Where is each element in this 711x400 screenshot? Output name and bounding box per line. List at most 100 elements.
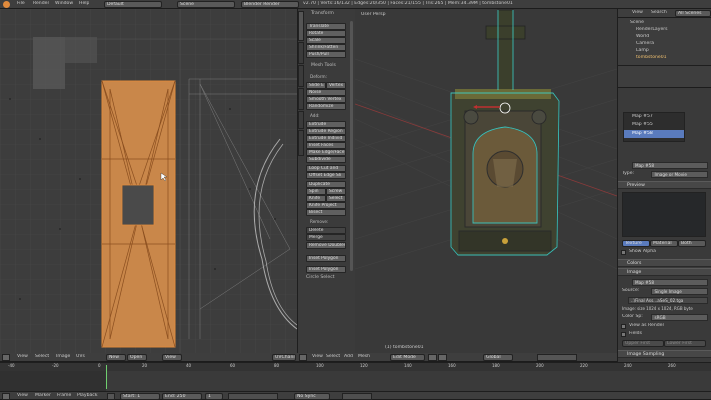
timeline-menu-frame[interactable]: Frame xyxy=(57,393,71,399)
randomize-button[interactable]: Randomize xyxy=(306,103,346,110)
3d-viewport[interactable]: User Persp (1) tombstone01 xyxy=(355,9,617,353)
colors-panel-header[interactable]: Colors xyxy=(618,259,711,267)
outliner-item-scene[interactable]: Scene xyxy=(630,20,644,26)
duplicate-button[interactable]: Duplicate xyxy=(306,181,346,188)
tab-physics[interactable] xyxy=(298,111,304,129)
shading-icon[interactable] xyxy=(428,354,437,361)
render-engine-selector[interactable]: Blender Render xyxy=(241,1,299,8)
current-frame-marker[interactable] xyxy=(106,365,107,389)
lower-first-option[interactable]: Lower First xyxy=(664,340,706,347)
preview-tab-texture[interactable]: Texture xyxy=(622,240,650,247)
slide-edge-button[interactable]: Slide E xyxy=(306,82,326,89)
upper-first-option[interactable]: Upper First xyxy=(622,340,664,347)
uv-menu-uvs[interactable]: UVs xyxy=(76,354,85,360)
playback-controls[interactable] xyxy=(228,393,278,400)
keying-set-field[interactable] xyxy=(342,393,372,400)
color-space-selector[interactable]: sRGB xyxy=(651,314,708,321)
scale-button[interactable]: Scale xyxy=(306,37,346,44)
inset-polygon-button[interactable]: Inset Polygon xyxy=(306,255,346,262)
outliner-item-lamp[interactable]: Lamp xyxy=(636,48,649,54)
layout-selector[interactable]: Default xyxy=(104,1,162,8)
outliner-item-tombstone[interactable]: tombstone01 xyxy=(636,55,667,61)
properties-tabs[interactable] xyxy=(618,66,711,88)
menu-help[interactable]: Help xyxy=(79,1,89,7)
outliner-menu-view[interactable]: View xyxy=(632,10,643,16)
preview-tab-material[interactable]: Material xyxy=(650,240,678,247)
extrude-button[interactable]: Extrude xyxy=(306,121,346,128)
offset-edge-slide-button[interactable]: Offset Edge Sli xyxy=(306,172,346,179)
menu-file[interactable]: File xyxy=(17,1,25,7)
texture-slot-3[interactable]: Map #58 xyxy=(632,131,653,137)
bisect-button[interactable]: Bisect xyxy=(306,209,346,216)
image-panel-header[interactable]: Image xyxy=(618,268,711,276)
start-frame-field[interactable]: Start: 1 xyxy=(120,393,160,400)
outliner-item-renderlayers[interactable]: RenderLayers xyxy=(636,27,668,33)
mode-selector[interactable]: Edit Mode xyxy=(390,354,425,361)
viewport-canvas[interactable] xyxy=(355,9,617,353)
outliner-menu-search[interactable]: Search xyxy=(651,10,667,16)
texture-slot-1[interactable]: Map #57 xyxy=(632,114,653,120)
sync-mode-selector[interactable]: No Sync xyxy=(294,393,330,400)
merge-menu-button[interactable]: Merge xyxy=(306,234,346,241)
uv-editor-canvas[interactable] xyxy=(0,9,297,353)
transform-panel-title[interactable]: Transform xyxy=(311,11,334,16)
orientation-selector[interactable]: Global xyxy=(483,354,513,361)
knife-project-button[interactable]: Knife Project xyxy=(306,202,346,209)
view-as-render-checkbox[interactable] xyxy=(621,324,626,329)
texture-type-selector[interactable]: Image or Movie xyxy=(651,171,708,178)
texture-slot-2[interactable]: Map #55 xyxy=(632,122,653,128)
uv-selected-island[interactable] xyxy=(101,80,176,348)
outliner-filter-selector[interactable]: All Scenes xyxy=(675,10,711,17)
uv-menu-image[interactable]: Image xyxy=(56,354,70,360)
tab-animation[interactable] xyxy=(298,88,304,110)
image-sampling-panel-header[interactable]: Image Sampling xyxy=(618,350,711,358)
texture-name-field[interactable]: Map #58 xyxy=(632,162,708,169)
viewport-menu-view[interactable]: View xyxy=(312,354,323,360)
tab-grease-pencil[interactable] xyxy=(298,130,304,156)
preview-tab-both[interactable]: Both xyxy=(678,240,706,247)
screw-button[interactable]: Screw xyxy=(326,188,346,195)
extrude-individual-button[interactable]: Extrude Individ xyxy=(306,135,346,142)
editor-type-icon[interactable] xyxy=(299,354,307,361)
rotate-button[interactable]: Rotate xyxy=(306,30,346,37)
menu-window[interactable]: Window xyxy=(55,1,73,7)
timeline-menu-view[interactable]: View xyxy=(17,393,28,399)
image-name-field[interactable]: Map #58 xyxy=(632,279,708,286)
spin-button[interactable]: Spin xyxy=(306,188,326,195)
inset-polygon-button-2[interactable]: Inset Polygon xyxy=(306,266,346,273)
remove-doubles-button[interactable]: Remove Doubles xyxy=(306,242,346,249)
shrink-fatten-button[interactable]: Shrink/Fatten xyxy=(306,44,346,51)
viewport-menu-mesh[interactable]: Mesh xyxy=(358,354,370,360)
knife-select-button[interactable]: Select xyxy=(326,195,346,202)
inset-faces-button[interactable]: Inset Faces xyxy=(306,142,346,149)
knife-button[interactable]: Knife xyxy=(306,195,326,202)
outliner-item-world[interactable]: World xyxy=(636,34,649,40)
translate-button[interactable]: Translate xyxy=(306,23,346,30)
fields-checkbox[interactable] xyxy=(621,332,626,337)
smooth-vertex-button[interactable]: Smooth Vertex xyxy=(306,96,346,103)
tool-shelf-scrollbar[interactable] xyxy=(350,21,353,271)
circle-select-panel-title[interactable]: Circle Select xyxy=(306,275,335,280)
show-alpha-checkbox[interactable] xyxy=(621,250,626,255)
pivot-icon[interactable] xyxy=(438,354,447,361)
tab-relations[interactable] xyxy=(298,65,304,87)
image-source-selector[interactable]: Single Image xyxy=(651,288,708,295)
view-mode-selector[interactable]: View xyxy=(162,354,182,361)
blender-logo-icon[interactable] xyxy=(3,1,10,8)
editor-type-icon[interactable] xyxy=(2,393,10,400)
tab-create[interactable] xyxy=(298,42,304,64)
uv-image-editor[interactable] xyxy=(0,9,297,353)
editor-type-icon[interactable] xyxy=(2,354,10,361)
outliner-item-camera[interactable]: Camera xyxy=(636,41,654,47)
loop-cut-button[interactable]: Loop Cut and xyxy=(306,165,346,172)
layers-widget[interactable] xyxy=(537,354,577,361)
end-frame-field[interactable]: End: 250 xyxy=(162,393,202,400)
image-filepath-field[interactable]: ..\Final Ass...aSeS_02.tga xyxy=(628,297,708,304)
record-button[interactable] xyxy=(107,393,115,400)
new-image-button[interactable]: New xyxy=(106,354,126,361)
timeline-menu-marker[interactable]: Marker xyxy=(35,393,51,399)
viewport-menu-select[interactable]: Select xyxy=(326,354,340,360)
tab-tools[interactable] xyxy=(298,11,304,41)
uv-menu-view[interactable]: View xyxy=(17,354,28,360)
noise-button[interactable]: Noise xyxy=(306,89,346,96)
